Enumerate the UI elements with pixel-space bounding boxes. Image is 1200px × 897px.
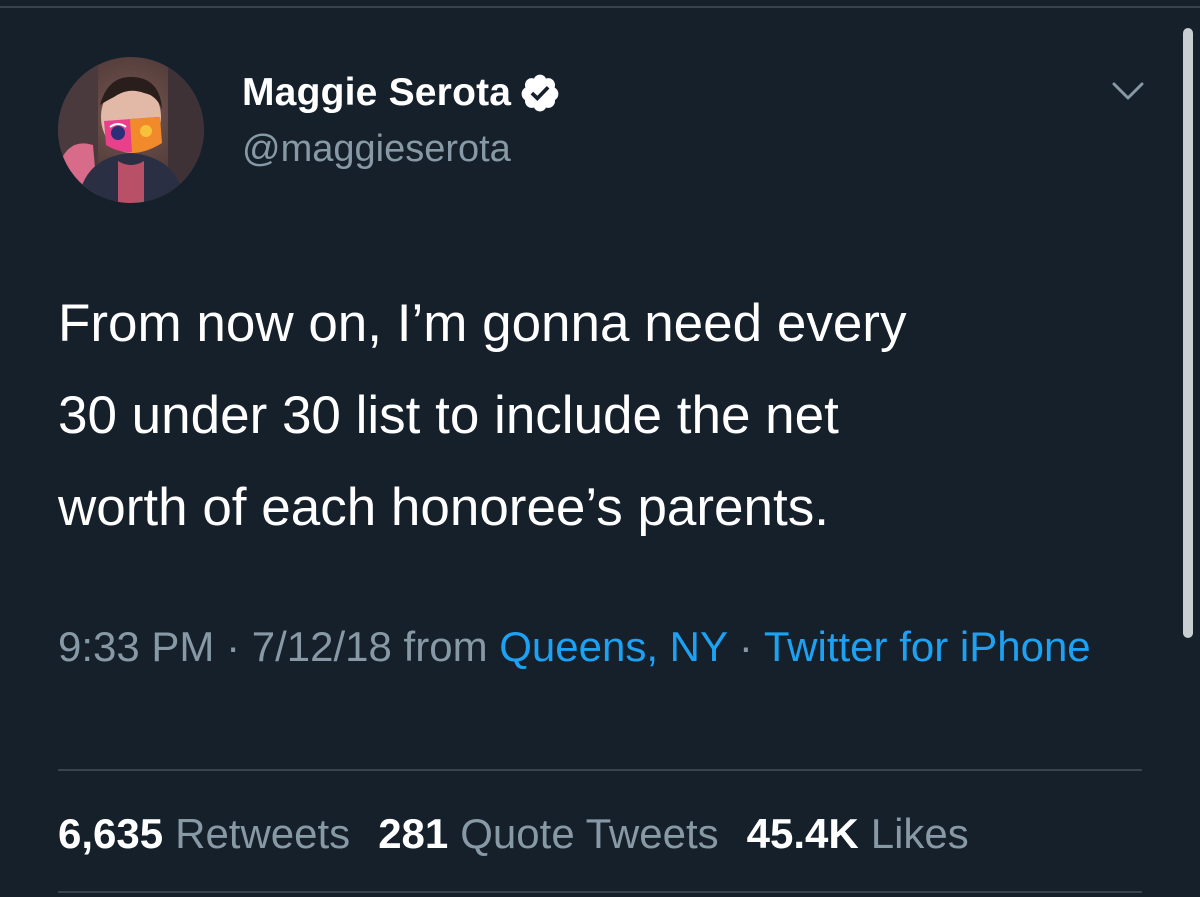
retweets-label: Retweets xyxy=(175,810,351,857)
location-link[interactable]: Queens, NY xyxy=(499,623,727,670)
likes-label: Likes xyxy=(870,810,969,857)
likes-count: 45.4K xyxy=(746,810,859,857)
avatar[interactable] xyxy=(58,57,204,203)
quote-tweets-stat[interactable]: 281 Quote Tweets xyxy=(378,810,718,858)
meta-separator: · xyxy=(214,623,252,670)
tweet-date[interactable]: 7/12/18 xyxy=(252,623,392,670)
tweet-text: From now on, I’m gonna need every 30 und… xyxy=(58,294,907,537)
likes-stat[interactable]: 45.4K Likes xyxy=(747,810,969,858)
stats-bottom-divider xyxy=(58,891,1142,893)
source-link[interactable]: Twitter for iPhone xyxy=(764,623,1091,670)
quote-tweets-label: Quote Tweets xyxy=(460,810,719,857)
quote-tweets-count: 281 xyxy=(378,810,449,857)
meta-separator: · xyxy=(727,623,764,670)
verified-badge-icon xyxy=(521,74,559,112)
from-label: from xyxy=(391,623,500,670)
author-handle[interactable]: @maggieserota xyxy=(242,128,511,171)
tweet-meta: 9:33 PM · 7/12/18 from Queens, NY · Twit… xyxy=(58,617,1138,677)
author-name-row[interactable]: Maggie Serota xyxy=(242,70,561,116)
tweet-time[interactable]: 9:33 PM xyxy=(58,623,214,670)
top-divider xyxy=(0,6,1200,8)
scrollbar-thumb[interactable] xyxy=(1183,28,1193,638)
retweets-stat[interactable]: 6,635 Retweets xyxy=(58,810,350,858)
stats-top-divider xyxy=(58,769,1142,771)
retweets-count: 6,635 xyxy=(58,810,164,857)
author-display-name[interactable]: Maggie Serota xyxy=(242,71,511,115)
avatar-photo xyxy=(58,57,204,203)
engagement-stats: 6,635 Retweets 281 Quote Tweets 45.4K Likes xyxy=(58,806,997,862)
tweet-detail-view: Maggie Serota @maggieserota From now on,… xyxy=(0,0,1200,897)
chevron-down-icon[interactable] xyxy=(1108,76,1148,106)
